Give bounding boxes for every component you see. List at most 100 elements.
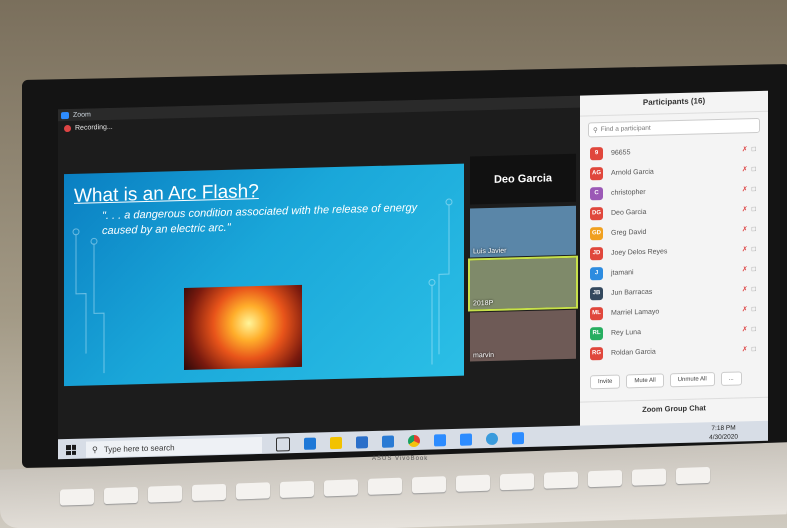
edge-icon[interactable] — [304, 437, 316, 450]
task-view-icon[interactable] — [276, 437, 290, 452]
participant-name: Deo Garcia — [611, 208, 647, 217]
taskbar-search-input[interactable]: ⚲ Type here to search — [86, 436, 262, 458]
muted-mic-icon[interactable]: ✗ — [742, 326, 748, 333]
photo-frame: Zoom Recording... What is an Arc Flash? … — [0, 0, 787, 528]
active-speaker-name: Deo Garcia — [493, 172, 553, 186]
participant-status-icons: ✗ □ — [742, 145, 756, 153]
participant-avatar: JD — [590, 246, 603, 260]
participant-name: jtamani — [611, 268, 634, 277]
mute-all-button[interactable]: Mute All — [626, 373, 664, 389]
participant-status-icons: ✗ □ — [742, 245, 756, 253]
video-off-icon[interactable]: □ — [752, 206, 756, 213]
participant-avatar: RL — [590, 326, 603, 340]
search-icon: ⚲ — [92, 444, 98, 454]
video-off-icon[interactable]: □ — [752, 306, 756, 313]
video-off-icon[interactable]: □ — [752, 346, 756, 353]
keyboard-key — [544, 471, 578, 489]
muted-mic-icon[interactable]: ✗ — [742, 146, 748, 153]
video-off-icon[interactable]: □ — [752, 166, 756, 173]
invite-button[interactable]: Invite — [590, 374, 621, 390]
clock-date: 4/30/2020 — [709, 433, 738, 442]
video-tile[interactable]: Luis Javier — [470, 205, 576, 258]
keyboard-key — [148, 485, 182, 503]
video-tile[interactable]: marvin — [470, 309, 576, 362]
browser-icon[interactable] — [486, 432, 498, 446]
participant-search-input[interactable]: ⚲ Find a participant — [588, 117, 760, 138]
participant-status-icons: ✗ □ — [742, 325, 756, 333]
video-off-icon[interactable]: □ — [752, 186, 756, 193]
participant-avatar: ML — [590, 306, 603, 320]
participant-name: Jun Barracas — [611, 288, 653, 297]
participant-name: Arnold Garcia — [611, 168, 654, 177]
file-explorer-icon[interactable] — [330, 436, 342, 450]
shared-slide: What is an Arc Flash? ". . . a dangerous… — [64, 163, 464, 387]
recording-label: Recording... — [75, 123, 113, 132]
muted-mic-icon[interactable]: ✗ — [742, 186, 748, 193]
participant-status-icons: ✗ □ — [742, 285, 756, 293]
video-tile[interactable]: 2018P — [468, 255, 578, 312]
video-tile-name: 2018P — [473, 299, 494, 308]
participant-avatar: J — [590, 266, 603, 280]
participant-status-icons: ✗ □ — [742, 185, 756, 193]
unmute-all-button[interactable]: Unmute All — [669, 372, 715, 388]
muted-mic-icon[interactable]: ✗ — [742, 266, 748, 273]
keyboard-key — [632, 468, 666, 486]
muted-mic-icon[interactable]: ✗ — [742, 286, 748, 293]
video-off-icon[interactable]: □ — [752, 266, 756, 273]
participant-status-icons: ✗ □ — [742, 205, 756, 213]
video-off-icon[interactable]: □ — [752, 226, 756, 233]
taskbar-clock[interactable]: 7:18 PM 4/30/2020 — [709, 423, 738, 442]
participant-name: Roldan Garcia — [611, 348, 656, 357]
video-off-icon[interactable]: □ — [752, 246, 756, 253]
muted-mic-icon[interactable]: ✗ — [742, 206, 748, 213]
keyboard-key — [236, 482, 270, 500]
store-icon[interactable] — [356, 436, 368, 449]
active-speaker-tile[interactable]: Deo Garcia — [470, 153, 576, 205]
video-off-icon[interactable]: □ — [752, 286, 756, 293]
muted-mic-icon[interactable]: ✗ — [742, 166, 748, 173]
keyboard-key — [192, 483, 226, 502]
muted-mic-icon[interactable]: ✗ — [742, 346, 748, 353]
video-tile-name: Luis Javier — [473, 247, 507, 256]
participant-status-icons: ✗ □ — [742, 165, 756, 173]
participant-name: 96655 — [611, 148, 631, 157]
keyboard-key — [500, 473, 534, 491]
participant-avatar: GD — [590, 226, 603, 240]
recording-indicator[interactable]: Recording... — [64, 123, 113, 133]
mail-icon[interactable] — [382, 435, 394, 448]
participant-avatar: AG — [590, 166, 603, 180]
participant-actions: Invite Mute All Unmute All ... — [590, 371, 742, 390]
chrome-icon[interactable] — [408, 434, 420, 448]
group-chat-header[interactable]: Zoom Group Chat — [580, 396, 768, 419]
zoom-logo-icon — [61, 111, 69, 119]
video-off-icon[interactable]: □ — [752, 326, 756, 333]
laptop-brand: ASUS VivoBook — [372, 456, 429, 462]
muted-mic-icon[interactable]: ✗ — [742, 226, 748, 233]
participant-avatar: C — [590, 186, 603, 200]
participant-avatar: DG — [590, 206, 603, 220]
participant-name: Joey Delos Reyes — [611, 247, 668, 257]
muted-mic-icon[interactable]: ✗ — [742, 246, 748, 253]
zoom-chat-taskbar-icon[interactable] — [512, 432, 524, 445]
participant-row[interactable]: RG Roldan Garcia ✗ □ — [580, 339, 768, 364]
video-tile-name: marvin — [473, 351, 495, 360]
participant-avatar: RG — [590, 346, 603, 360]
keyboard-key — [104, 486, 138, 505]
participants-title: Participants (16) — [580, 90, 768, 117]
video-off-icon[interactable]: □ — [752, 146, 756, 153]
search-icon: ⚲ — [593, 126, 598, 134]
participant-name: christopher — [611, 188, 646, 197]
muted-mic-icon[interactable]: ✗ — [742, 306, 748, 313]
windows-start-icon[interactable] — [66, 444, 76, 456]
keyboard-key — [280, 480, 314, 498]
participant-status-icons: ✗ □ — [742, 225, 756, 233]
zoom-title: Zoom — [73, 110, 91, 119]
participant-status-icons: ✗ □ — [742, 345, 756, 353]
keyboard-key — [456, 474, 490, 492]
taskbar-search-placeholder: Type here to search — [103, 442, 175, 454]
zoom-taskbar-icon[interactable] — [434, 434, 446, 447]
more-options-button[interactable]: ... — [720, 371, 742, 386]
keyboard-key — [324, 479, 358, 497]
keyboard-key — [412, 476, 446, 494]
zoom-meeting-taskbar-icon[interactable] — [460, 433, 472, 446]
